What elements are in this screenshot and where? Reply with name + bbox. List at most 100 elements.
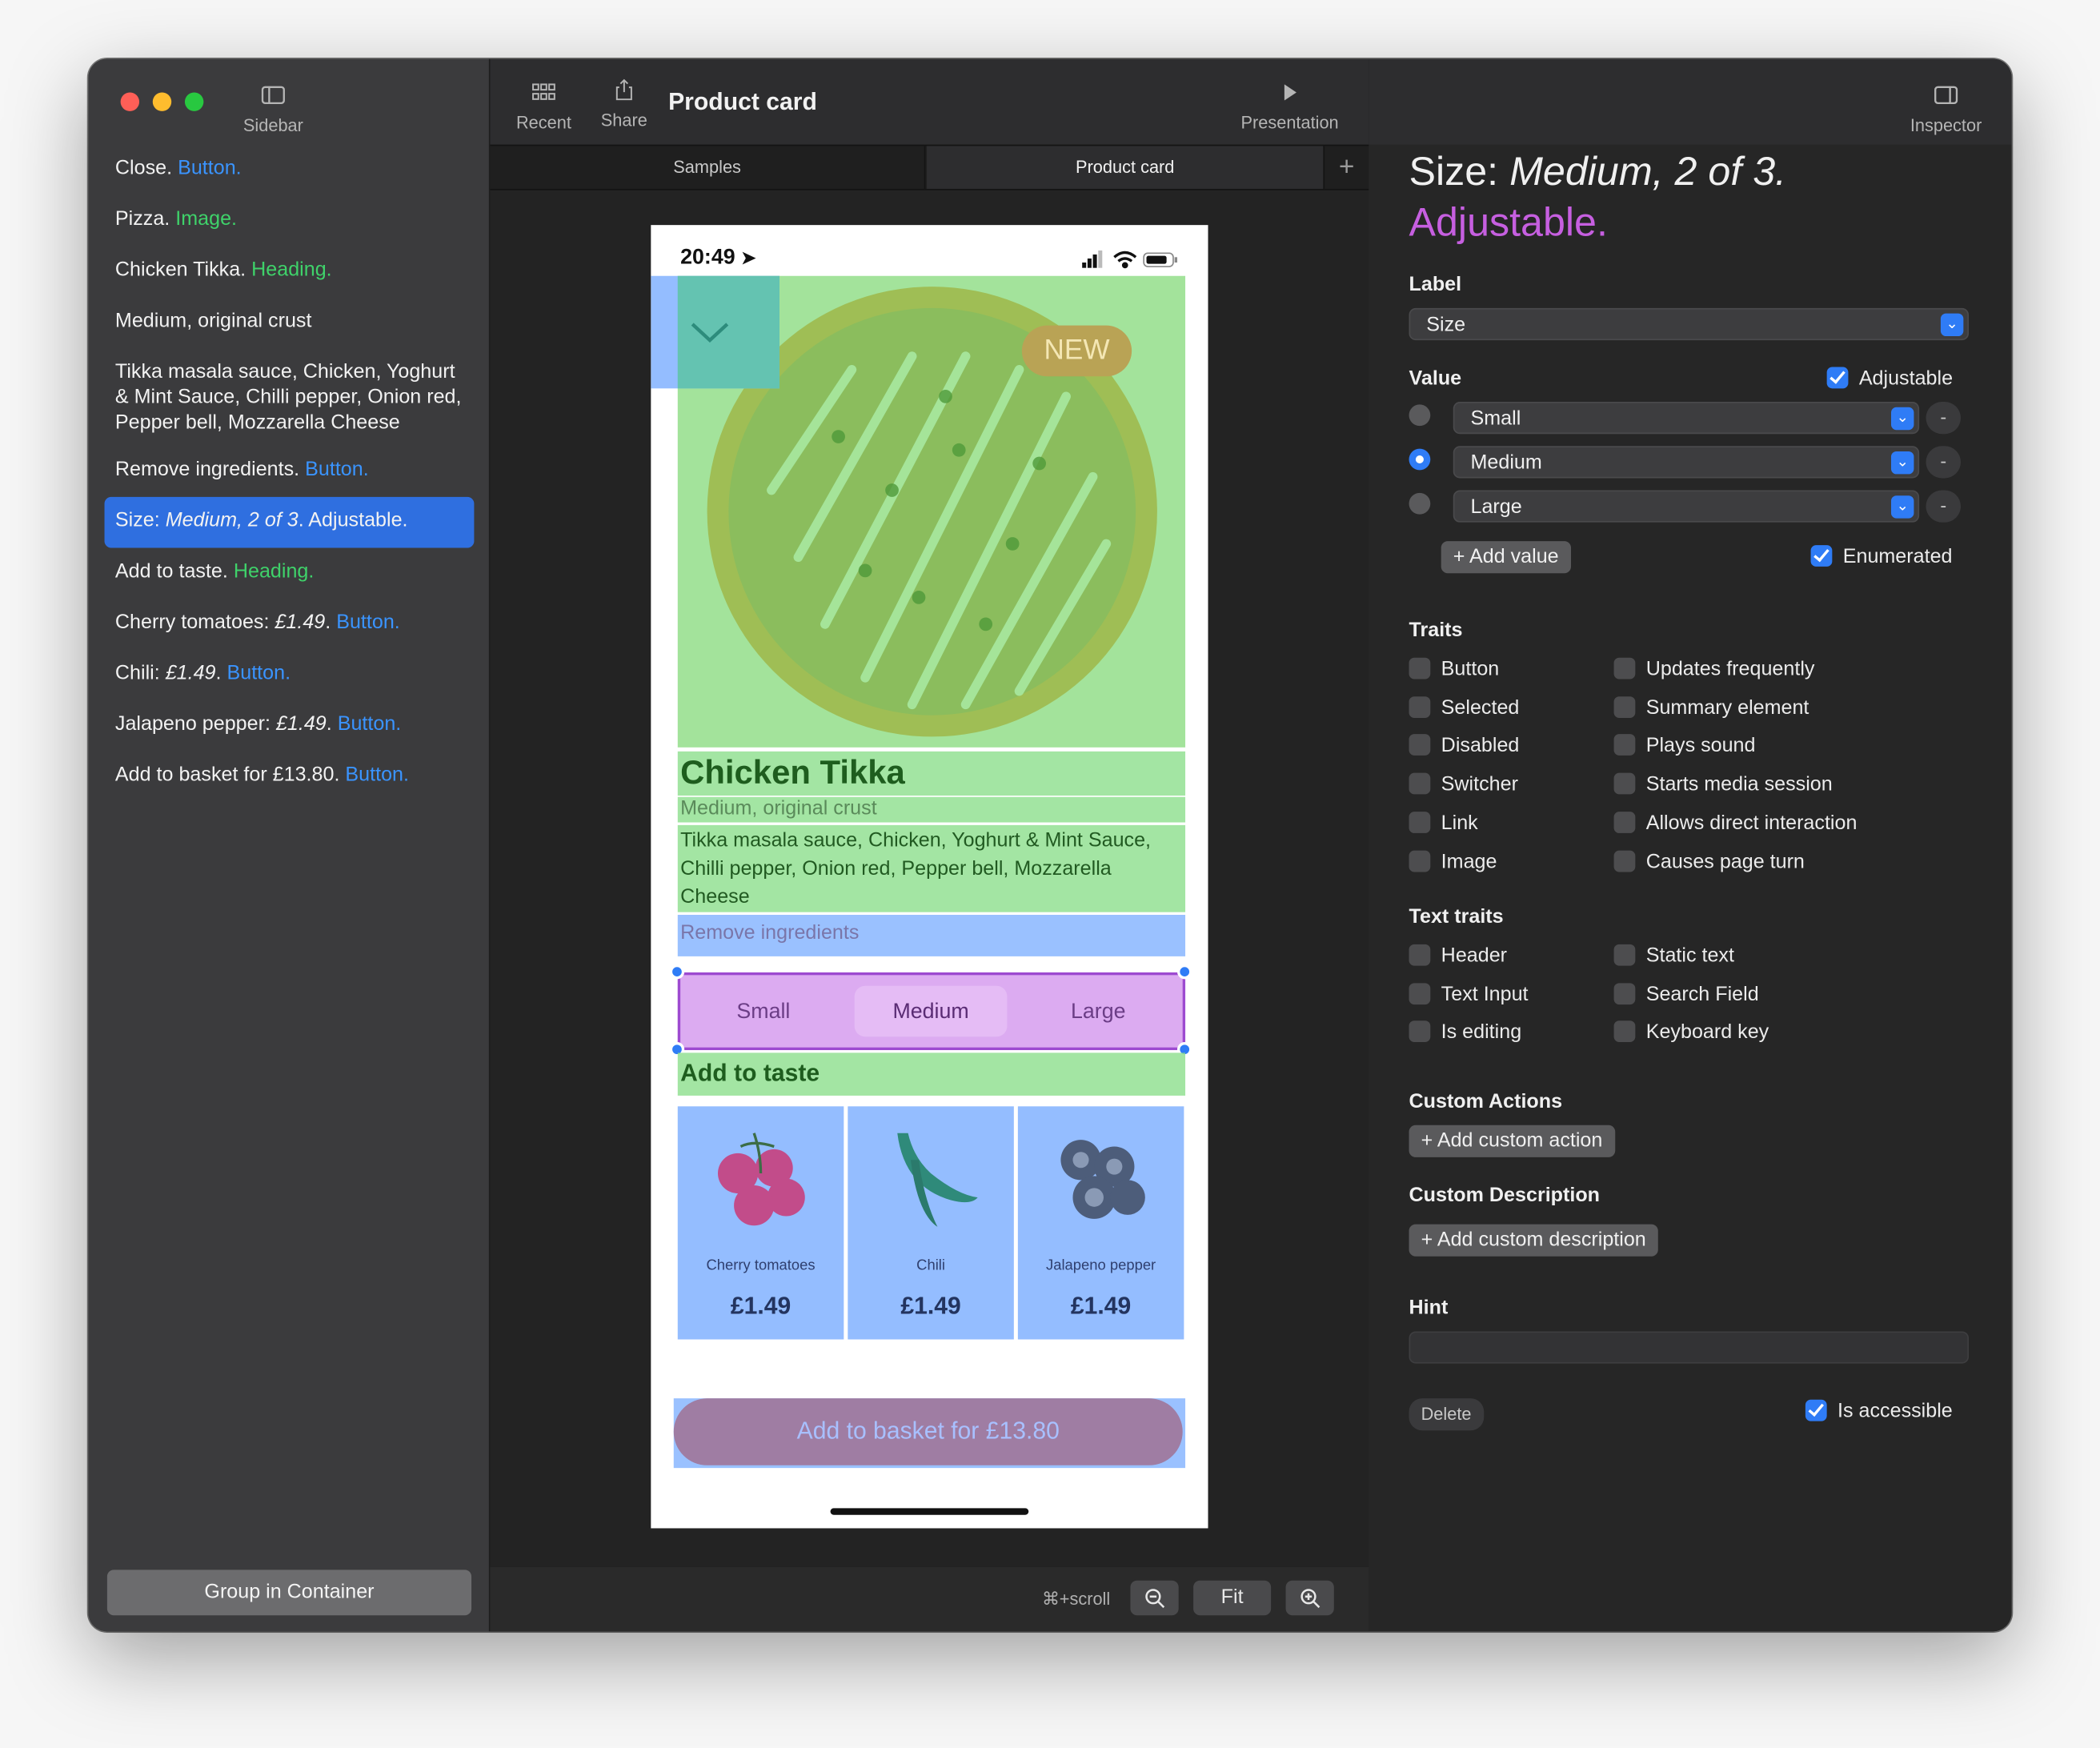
sidebar-element-item[interactable]: Tikka masala sauce, Chicken, Yoghurt & M… xyxy=(105,348,475,446)
trait-checkbox[interactable]: Causes page turn xyxy=(1613,849,1805,874)
value-radio-large[interactable] xyxy=(1409,492,1431,515)
sidebar-item-text: . xyxy=(215,661,222,685)
sidebar-item-text: Tikka masala sauce, Chicken, Yoghurt & M… xyxy=(114,360,462,435)
sidebar-element-item[interactable]: Add to taste. Heading. xyxy=(105,547,475,599)
text-traits-section-title: Text traits xyxy=(1409,905,1504,928)
enumerated-label: Enumerated xyxy=(1842,545,1953,568)
sidebar-element-item[interactable]: Cherry tomatoes: £1.49. Button. xyxy=(105,599,475,650)
add-tab-button[interactable]: + xyxy=(1323,146,1369,189)
size-option-small[interactable]: Small xyxy=(680,975,847,1047)
sidebar-element-item[interactable]: Medium, original crust xyxy=(105,298,475,349)
custom-actions-section-title: Custom Actions xyxy=(1409,1090,1563,1113)
checkbox-icon xyxy=(1409,849,1431,872)
remove-value-button[interactable]: - xyxy=(1926,446,1962,479)
chevron-down-icon xyxy=(691,323,729,343)
group-in-container-button[interactable]: Group in Container xyxy=(106,1570,472,1616)
size-option-medium[interactable]: Medium xyxy=(852,975,1009,1047)
inspector-toggle-button[interactable]: Inspector xyxy=(1899,83,1993,135)
close-button-overlay[interactable] xyxy=(651,275,779,389)
label-select[interactable]: Size ⌄ xyxy=(1409,307,1970,341)
trait-label: Causes page turn xyxy=(1645,849,1805,873)
zoom-in-button[interactable] xyxy=(1285,1580,1334,1616)
adjustable-checkbox[interactable]: Adjustable xyxy=(1826,367,1953,391)
trait-checkbox[interactable]: Allows direct interaction xyxy=(1613,811,1857,836)
minimize-window-button[interactable] xyxy=(152,92,172,111)
topping-card-chili[interactable]: Chili £1.49 xyxy=(848,1106,1014,1340)
close-button[interactable] xyxy=(677,275,779,389)
fit-button[interactable]: Fit xyxy=(1193,1580,1272,1616)
value-select-medium[interactable]: Medium ⌄ xyxy=(1453,446,1920,479)
chevron-down-icon: ⌄ xyxy=(1890,495,1914,519)
trait-label: Disabled xyxy=(1441,734,1520,758)
value-text: Large xyxy=(1470,495,1522,519)
status-icons xyxy=(1082,250,1178,269)
sidebar-element-item[interactable]: Chili: £1.49. Button. xyxy=(105,650,475,701)
remove-ingredients-button[interactable]: Remove ingredients xyxy=(677,915,1186,956)
trait-checkbox[interactable]: Image xyxy=(1409,849,1497,874)
sidebar-element-item[interactable]: Size: Medium, 2 of 3. Adjustable. xyxy=(104,496,475,548)
text-trait-checkbox[interactable]: Header xyxy=(1409,944,1507,968)
text-trait-checkbox[interactable]: Keyboard key xyxy=(1613,1020,1769,1045)
product-subtitle: Medium, original crust xyxy=(680,796,877,820)
sidebar-item-text: Chili: xyxy=(114,661,166,685)
topping-card-jalapeno-pepper[interactable]: Jalapeno pepper £1.49 xyxy=(1017,1106,1184,1340)
trait-checkbox[interactable]: Starts media session xyxy=(1613,772,1833,797)
add-to-basket-button[interactable]: Add to basket for £13.80 xyxy=(673,1398,1183,1465)
presentation-button[interactable]: Presentation xyxy=(1229,80,1350,133)
close-window-button[interactable] xyxy=(120,92,140,111)
size-segmented-control[interactable]: Small Medium Large xyxy=(677,972,1186,1051)
sidebar-element-item[interactable]: Remove ingredients. Button. xyxy=(105,446,475,497)
trait-checkbox[interactable]: Updates frequently xyxy=(1613,657,1814,682)
trait-checkbox[interactable]: Switcher xyxy=(1409,772,1518,797)
trait-checkbox[interactable]: Disabled xyxy=(1409,734,1520,759)
chevron-down-icon: ⌄ xyxy=(1890,407,1914,431)
remove-value-button[interactable]: - xyxy=(1926,402,1962,435)
sidebar-element-item[interactable]: Close. Button. xyxy=(105,145,475,196)
remove-value-button[interactable]: - xyxy=(1926,490,1962,523)
trait-checkbox[interactable]: Link xyxy=(1409,811,1478,836)
canvas-area: Recent Share Product card Presentation S… xyxy=(490,58,1369,1632)
add-custom-description-button[interactable]: + Add custom description xyxy=(1409,1224,1658,1257)
value-select-small[interactable]: Small ⌄ xyxy=(1453,402,1920,435)
trait-checkbox[interactable]: Summary element xyxy=(1613,696,1809,720)
sidebar-element-item[interactable]: Add to basket for £13.80. Button. xyxy=(105,752,475,803)
sidebar-item-text: Chicken Tikka. xyxy=(114,258,246,282)
recent-button[interactable]: Recent xyxy=(507,80,582,133)
trait-checkbox[interactable]: Button xyxy=(1409,657,1499,682)
hint-input[interactable] xyxy=(1409,1331,1970,1364)
zoom-window-button[interactable] xyxy=(184,92,204,111)
text-trait-checkbox[interactable]: Static text xyxy=(1613,944,1734,968)
share-button[interactable]: Share xyxy=(589,78,659,130)
sidebar-icon xyxy=(261,86,285,105)
value-radio-small[interactable] xyxy=(1409,404,1431,427)
selection-handle[interactable] xyxy=(1177,964,1192,980)
enumerated-checkbox[interactable]: Enumerated xyxy=(1810,545,1953,569)
add-to-basket-overlay[interactable]: Add to basket for £13.80 xyxy=(673,1398,1186,1469)
zoom-out-icon xyxy=(1145,1589,1165,1609)
text-trait-checkbox[interactable]: Is editing xyxy=(1409,1020,1521,1045)
sidebar-element-item[interactable]: Pizza. Image. xyxy=(105,195,475,247)
sidebar-toggle-button[interactable]: Sidebar xyxy=(233,83,313,135)
text-trait-checkbox[interactable]: Search Field xyxy=(1613,982,1759,1007)
size-option-large[interactable]: Large xyxy=(1016,975,1182,1047)
zoom-out-button[interactable] xyxy=(1130,1580,1179,1616)
delete-button[interactable]: Delete xyxy=(1409,1398,1484,1431)
trait-checkbox[interactable]: Selected xyxy=(1409,696,1519,720)
trait-checkbox[interactable]: Plays sound xyxy=(1613,734,1755,759)
tab-samples[interactable]: Samples xyxy=(491,146,926,189)
text-trait-checkbox[interactable]: Text Input xyxy=(1409,982,1529,1007)
wifi-icon xyxy=(1113,251,1137,269)
sidebar-element-item[interactable]: Jalapeno pepper: £1.49. Button. xyxy=(105,700,475,752)
grid-icon xyxy=(532,83,555,100)
tab-product-card[interactable]: Product card xyxy=(927,146,1324,189)
selection-handle[interactable] xyxy=(669,964,685,980)
value-select-large[interactable]: Large ⌄ xyxy=(1453,490,1920,523)
value-radio-medium[interactable] xyxy=(1409,448,1431,471)
is-accessible-checkbox[interactable]: Is accessible xyxy=(1805,1399,1953,1424)
sidebar-item-text: Jalapeno pepper: xyxy=(114,712,276,736)
sidebar-item-text: Button. xyxy=(337,712,402,736)
topping-card-cherry-tomatoes[interactable]: Cherry tomatoes £1.49 xyxy=(677,1106,844,1340)
sidebar-element-item[interactable]: Chicken Tikka. Heading. xyxy=(105,247,475,298)
add-custom-action-button[interactable]: + Add custom action xyxy=(1409,1125,1615,1157)
add-value-button[interactable]: + Add value xyxy=(1441,541,1571,574)
